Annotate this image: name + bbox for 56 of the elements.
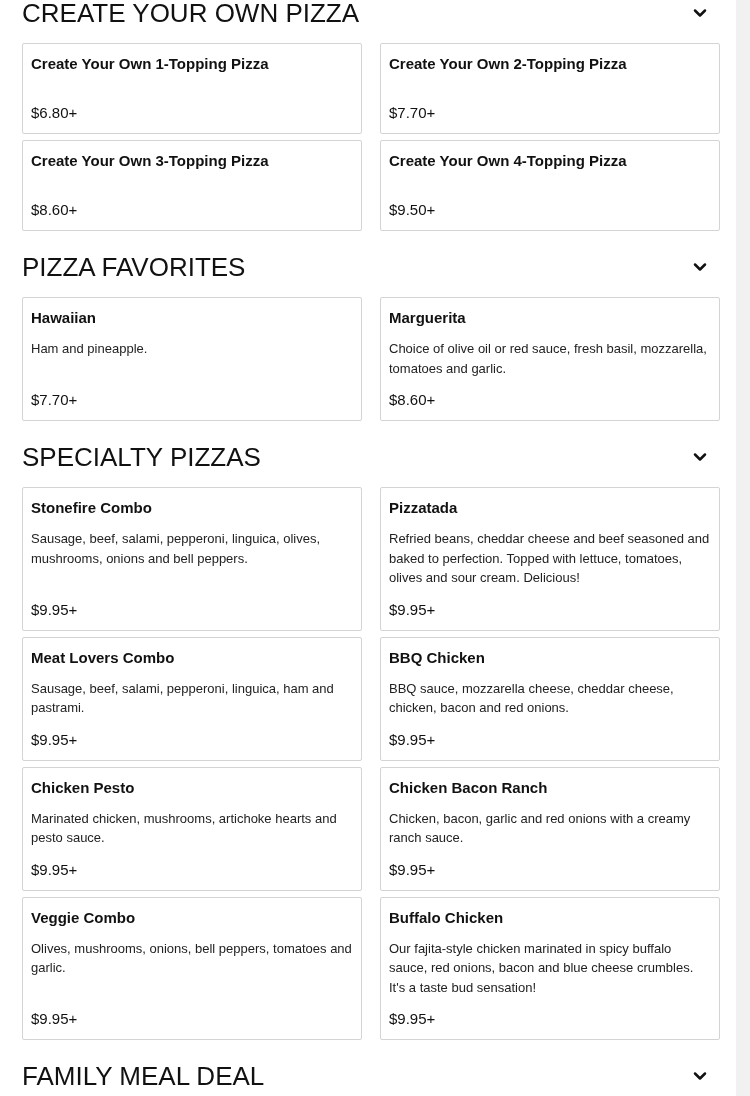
item-description: Ham and pineapple. <box>31 340 149 358</box>
menu-item-card[interactable]: Meat Lovers Combo Sausage, beef, salami, pepperoni, linguica, ham and pastrami. $9.95+ <box>22 636 362 761</box>
menu-item-card[interactable]: Chicken Bacon Ranch Chicken, bacon, garlic and red onions with a creamy ranch sauce. $9.95+ <box>380 766 720 891</box>
menu-item-card[interactable]: Hawaiian Ham and pineapple. $7.70+ <box>22 297 362 421</box>
item-name: Pizzatada <box>389 498 459 518</box>
item-price: $9.95+ <box>31 1009 79 1029</box>
item-name: Veggie Combo <box>31 907 137 928</box>
item-price: $8.60+ <box>31 200 79 220</box>
item-description: Marinated chicken, mushrooms, artichoke hearts and pesto sauce. <box>31 809 338 847</box>
item-name: BBQ Chicken <box>389 647 486 668</box>
menu-item-card[interactable]: Stonefire Combo Sausage, beef, salami, pepperoni, linguica, olives, mushrooms, onions and bell peppers. $9.95+ <box>22 487 362 631</box>
section-heading: FAMILY MEAL DEAL <box>22 1060 265 1092</box>
menu-item-card[interactable]: Create Your Own 1-Topping Pizza $6.80+ <box>22 43 362 134</box>
item-name: Hawaiian <box>31 308 98 328</box>
section-heading: CREATE YOUR OWN PIZZA <box>22 0 360 29</box>
item-price: $7.70+ <box>31 390 79 410</box>
menu-item-card[interactable]: Create Your Own 3-Topping Pizza $8.60+ <box>22 140 362 231</box>
item-description: Choice of olive oil or red sauce, fresh basil, mozzarella, tomatoes and garlic. <box>389 340 708 378</box>
menu-item-card[interactable]: Veggie Combo Olives, mushrooms, onions, bell peppers, tomatoes and garlic. $9.95+ <box>22 896 362 1040</box>
item-description: Chicken, bacon, garlic and red onions with a creamy ranch sauce. <box>389 809 692 847</box>
menu-item-card[interactable]: Create Your Own 2-Topping Pizza $7.70+ <box>380 43 720 134</box>
item-name: Create Your Own 3-Topping Pizza <box>31 151 270 171</box>
menu-item-card[interactable]: Marguerita Choice of olive oil or red sauce, fresh basil, mozzarella, tomatoes and garlic. $8.60+ <box>380 297 720 421</box>
item-price: $9.95+ <box>31 729 79 750</box>
item-price: $9.95+ <box>31 599 79 620</box>
item-price: $9.95+ <box>389 859 437 880</box>
item-description: Olives, mushrooms, onions, bell peppers, tomatoes and garlic. <box>31 939 353 977</box>
item-price: $9.95+ <box>31 859 79 880</box>
item-name: Buffalo Chicken <box>389 907 505 928</box>
item-name: Meat Lovers Combo <box>31 647 176 668</box>
section-heading: SPECIALTY PIZZAS <box>22 441 261 473</box>
item-description: BBQ sauce, mozzarella cheese, cheddar cheese, chicken, bacon and red onions. <box>389 679 675 717</box>
item-name: Marguerita <box>389 308 467 328</box>
item-price: $9.95+ <box>389 729 437 750</box>
item-description: Sausage, beef, salami, pepperoni, linguica, olives, mushrooms, onions and bell peppers. <box>31 530 322 568</box>
item-name: Chicken Pesto <box>31 777 136 798</box>
item-name: Create Your Own 1-Topping Pizza <box>31 54 270 74</box>
item-price: $8.60+ <box>389 390 437 410</box>
menu-item-card[interactable]: BBQ Chicken BBQ sauce, mozzarella cheese, cheddar cheese, chicken, bacon and red onions. $9.95+ <box>380 636 720 761</box>
item-description: Refried beans, cheddar cheese and beef seasoned and baked to perfection. Topped with lettuce, tomatoes, olives and sour cream. Delicious! <box>389 530 711 587</box>
item-name: Create Your Own 2-Topping Pizza <box>389 54 628 74</box>
item-name: Chicken Bacon Ranch <box>389 777 549 798</box>
item-price: $9.95+ <box>389 1009 437 1029</box>
item-name: Create Your Own 4-Topping Pizza <box>389 151 628 171</box>
item-price: $6.80+ <box>31 103 79 123</box>
item-description: Our fajita-style chicken marinated in spicy buffalo sauce, red onions, bacon and blue cheese crumbles. It's a taste bud sensation! <box>389 939 695 997</box>
menu-item-card[interactable]: Chicken Pesto Marinated chicken, mushrooms, artichoke hearts and pesto sauce. $9.95+ <box>22 766 362 891</box>
menu-item-card[interactable]: Pizzatada Refried beans, cheddar cheese and beef seasoned and baked to perfection. Topped with lettuce, tomatoes, olives and sour cream. Delicious! $9.95+ <box>380 487 720 631</box>
item-price: $7.70+ <box>389 103 437 123</box>
item-description: Sausage, beef, salami, pepperoni, linguica, ham and pastrami. <box>31 679 335 717</box>
menu-item-card[interactable]: Buffalo Chicken Our fajita-style chicken marinated in spicy buffalo sauce, red onions, bacon and blue cheese crumbles. It's a taste bud sensation! $9.95+ <box>380 896 720 1040</box>
menu-item-card[interactable]: Create Your Own 4-Topping Pizza $9.50+ <box>380 140 720 231</box>
item-price: $9.50+ <box>389 200 437 220</box>
section-heading: PIZZA FAVORITES <box>22 251 246 283</box>
item-name: Stonefire Combo <box>31 498 153 518</box>
item-price: $9.95+ <box>389 599 437 620</box>
